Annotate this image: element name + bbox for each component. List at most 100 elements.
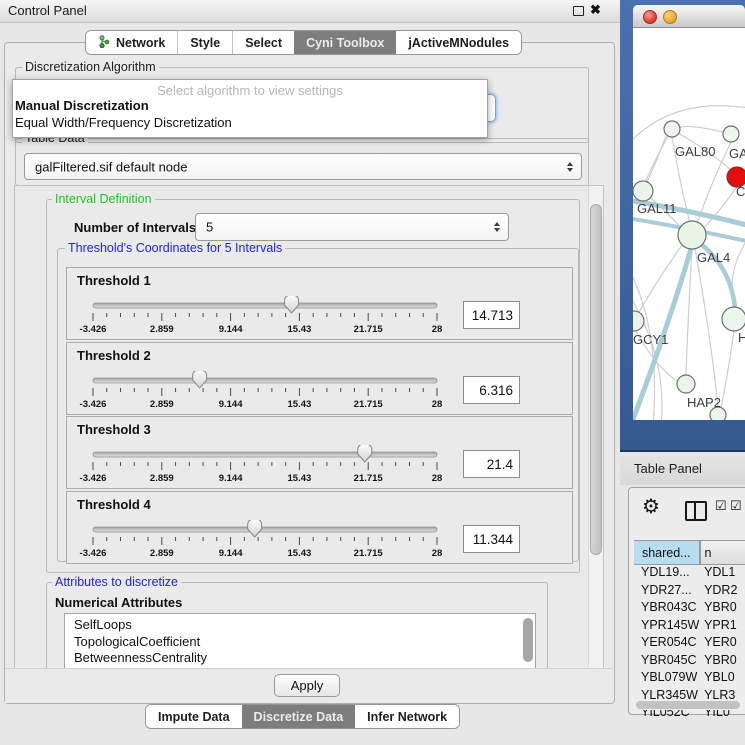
- svg-text:9.144: 9.144: [219, 473, 243, 484]
- network-node[interactable]: [664, 121, 680, 137]
- tab-jactivemnodules[interactable]: jActiveMNodules: [396, 31, 521, 54]
- network-node[interactable]: [722, 307, 745, 331]
- svg-text:28: 28: [432, 473, 443, 484]
- tab-infer-network[interactable]: Infer Network: [355, 705, 459, 728]
- control-panel-titlebar: Control Panel ✖: [0, 0, 620, 23]
- network-edge: [634, 244, 683, 321]
- gear-icon[interactable]: ⚙: [642, 494, 660, 519]
- settings-scroll-area: Interval Definition Number of Intervals …: [14, 185, 604, 671]
- number-of-intervals-combobox[interactable]: 5: [195, 213, 509, 241]
- tab-select[interactable]: Select: [232, 31, 294, 54]
- svg-text:28: 28: [432, 548, 443, 559]
- settings-scrollbar[interactable]: [588, 186, 603, 670]
- algorithm-option-manual-discretization[interactable]: Manual Discretization: [15, 98, 149, 113]
- svg-text:9.144: 9.144: [219, 399, 243, 410]
- numerical-attributes-label: Numerical Attributes: [55, 595, 182, 610]
- threshold-slider[interactable]: -3.4262.8599.14415.4321.71528: [67, 296, 527, 337]
- threshold-slider[interactable]: -3.4262.8599.14415.4321.71528: [67, 371, 527, 412]
- network-node[interactable]: [633, 181, 653, 201]
- zoom-traffic-light[interactable]: [683, 10, 695, 22]
- network-node[interactable]: [723, 126, 739, 142]
- table-panel-title: Table Panel: [634, 461, 702, 476]
- threshold-value-field[interactable]: 21.4: [463, 450, 520, 478]
- cyni-mode-tabs: Impute DataDiscretize DataInfer Network: [145, 704, 460, 729]
- close-icon[interactable]: ✖: [590, 2, 601, 18]
- tab-cyni-toolbox[interactable]: Cyni Toolbox: [294, 31, 396, 54]
- slider-thumb[interactable]: [285, 296, 299, 313]
- network-node[interactable]: [633, 311, 644, 331]
- checkbox-icon[interactable]: ☑: [730, 498, 742, 514]
- svg-text:-3.426: -3.426: [80, 324, 107, 335]
- network-canvas[interactable]: GAL80GACGAL11GAL4GCY1HHAP2: [633, 28, 745, 420]
- svg-text:21.715: 21.715: [354, 473, 384, 484]
- table-row[interactable]: YDL19...YDL1: [634, 565, 745, 583]
- attribute-item[interactable]: BetweennessCentrality: [65, 650, 535, 667]
- column-header-shared-name[interactable]: shared...: [634, 541, 700, 564]
- slider-thumb[interactable]: [193, 371, 207, 388]
- network-edge: [721, 331, 734, 408]
- group-title: Interval Definition: [52, 192, 155, 206]
- table-row[interactable]: YBR043CYBR0: [634, 600, 745, 618]
- interval-definition-group: Interval Definition Number of Intervals …: [46, 199, 580, 573]
- table-data-combobox[interactable]: galFiltered.sif default node: [24, 153, 582, 180]
- screen: Control Panel ✖ Discretization Algorithm…: [0, 0, 745, 745]
- svg-text:-3.426: -3.426: [80, 548, 107, 559]
- checkbox-icon[interactable]: ☑: [715, 498, 727, 514]
- svg-text:2.859: 2.859: [150, 473, 174, 484]
- settings-scrollbar-thumb[interactable]: [590, 204, 602, 555]
- table-horizontal-scrollbar[interactable]: [635, 700, 745, 710]
- threshold-value-field[interactable]: 11.344: [463, 525, 520, 553]
- attributes-group: Attributes to discretize Numerical Attri…: [46, 582, 548, 671]
- float-window-icon[interactable]: [573, 6, 584, 16]
- minimize-traffic-light[interactable]: [663, 10, 677, 24]
- attribute-item[interactable]: SelfLoops: [65, 617, 535, 634]
- table-panel: ⚙ ☑ ☑ shared... n YDL19...YDL1YDR27...YD…: [628, 487, 745, 715]
- table-header-row: shared... n: [634, 540, 745, 565]
- table-row[interactable]: YPR145WYPR1: [634, 618, 745, 636]
- table-row[interactable]: YBR045CYBR0: [634, 653, 745, 671]
- network-node[interactable]: [678, 221, 706, 249]
- tab-impute-data[interactable]: Impute Data: [146, 705, 242, 728]
- svg-text:9.144: 9.144: [219, 548, 243, 559]
- table-row[interactable]: YDR27...YDR2: [634, 583, 745, 601]
- threshold-value-field[interactable]: 6.316: [463, 376, 520, 404]
- numerical-attributes-list[interactable]: SelfLoopsTopologicalCoefficientBetweenne…: [64, 613, 536, 670]
- group-title: Threshold's Coordinates for 5 Intervals: [65, 241, 285, 255]
- network-graph: GAL80GACGAL11GAL4GCY1HHAP2: [633, 28, 745, 420]
- algorithm-option-equal-width-frequency-discretization[interactable]: Equal Width/Frequency Discretization: [15, 115, 232, 130]
- threshold-stack: Threshold 1-3.4262.8599.14415.4321.71528…: [66, 267, 571, 561]
- svg-text:21.715: 21.715: [354, 399, 384, 410]
- close-traffic-light[interactable]: [643, 10, 657, 24]
- slider-thumb[interactable]: [358, 445, 372, 462]
- threshold-slider[interactable]: -3.4262.8599.14415.4321.71528: [67, 445, 527, 486]
- column-header-name[interactable]: n: [700, 541, 745, 564]
- threshold-label: Threshold 3: [77, 422, 151, 437]
- svg-text:2.859: 2.859: [150, 548, 174, 559]
- slider-thumb[interactable]: [248, 520, 262, 537]
- tab-network[interactable]: Network: [86, 31, 177, 54]
- columns-icon[interactable]: [685, 501, 707, 521]
- apply-button[interactable]: Apply: [274, 674, 340, 697]
- table-row[interactable]: YER054CYER0: [634, 635, 745, 653]
- combo-arrows-icon: [567, 162, 573, 172]
- threshold-value-field[interactable]: 14.713: [463, 301, 520, 329]
- threshold-slider[interactable]: -3.4262.8599.14415.4321.71528: [67, 520, 527, 561]
- table-scrollbar-thumb[interactable]: [636, 701, 740, 709]
- node-label-gal11: GAL11: [637, 201, 677, 216]
- table-data-group: Table Data galFiltered.sif default node: [15, 138, 589, 186]
- table-data-combobox-value: galFiltered.sif default node: [35, 159, 187, 174]
- network-window-titlebar[interactable]: [633, 5, 745, 28]
- threshold-panel-4: Threshold 4-3.4262.8599.14415.4321.71528…: [66, 491, 573, 564]
- panel-title: Control Panel: [8, 3, 87, 18]
- node-label-c: C: [736, 184, 745, 199]
- node-label-h: H: [738, 330, 745, 345]
- tab-style[interactable]: Style: [177, 31, 232, 54]
- node-label-ga: GA: [729, 146, 745, 161]
- network-node[interactable]: [677, 375, 695, 393]
- table-row[interactable]: YBL079WYBL0: [634, 670, 745, 688]
- attribute-item[interactable]: TopologicalCoefficient: [65, 634, 535, 651]
- tab-discretize-data[interactable]: Discretize Data: [242, 705, 356, 728]
- node-label-gal80: GAL80: [675, 144, 715, 159]
- attributes-scrollbar[interactable]: [523, 618, 533, 662]
- svg-text:9.144: 9.144: [219, 324, 243, 335]
